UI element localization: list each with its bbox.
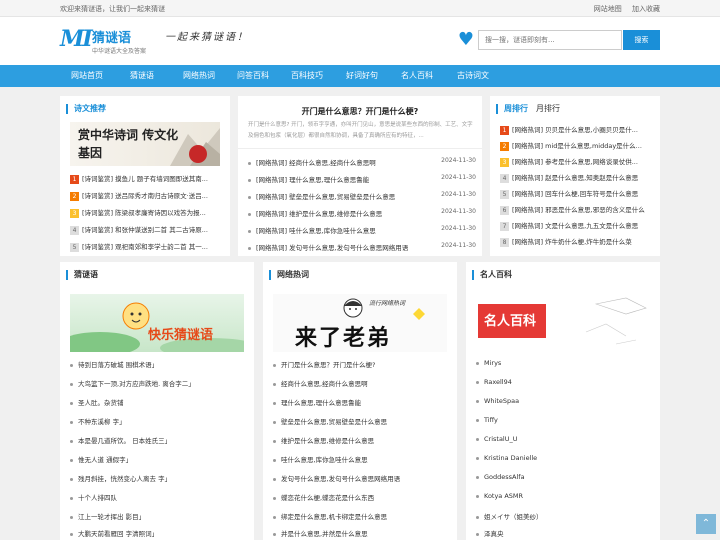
riddle-item-6[interactable]: 惟无人道 通假字」 — [70, 454, 248, 464]
ranking-item-5[interactable]: 5 [网络热词] 回车什么梗,回车符号是什么意思 — [500, 188, 652, 199]
hotword-item-3[interactable]: 理什么意思,理什么意思鲁能 — [273, 397, 451, 407]
riddle-item-5[interactable]: 本是晏几道所饮。 日本姓氏三」 — [70, 435, 248, 445]
poem-item-2[interactable]: 2 [诗词鉴赏] 送吕际秀才南归古诗原文·送吕... — [70, 190, 222, 201]
celebrity-item-10[interactable]: 泽真央 — [476, 528, 654, 538]
celebrity-card: 名人百科 名人百科 Mirys Raxell94 WhiteSpaa Tiffy… — [466, 262, 660, 540]
chevron-up-icon: ⌃ — [701, 518, 711, 529]
favorite-link[interactable]: 加入收藏 — [632, 5, 660, 13]
nav-poetry[interactable]: 古诗词文 — [448, 65, 498, 87]
celebrity-item-5[interactable]: CristalU_U — [476, 435, 654, 443]
poem-title: 诗文推荐 — [66, 104, 106, 114]
hotword-item-4[interactable]: 壁垒是什么意思,贸易壁垒是什么意思 — [273, 416, 451, 426]
featured-item-1[interactable]: [网络热词] 经商什么意思,经商什么意思啊 2024-11-30 — [248, 157, 476, 167]
poem-item-1[interactable]: 1 [诗词鉴赏] 摸鱼儿 题子有墙词图即送其南... — [70, 173, 222, 184]
nav-celebrity[interactable]: 名人百科 — [394, 65, 440, 87]
nav-qa[interactable]: 问答百科 — [230, 65, 276, 87]
slogan: 一起来猜谜语！ — [165, 32, 249, 43]
featured-item-5[interactable]: [网络热词] 哇什么意思,库你急哇什么意思 2024-11-30 — [248, 225, 476, 235]
celebrity-item-7[interactable]: GoddessAlfa — [476, 473, 654, 481]
featured-item-6[interactable]: [网络热词] 发句号什么意思,发句号什么意思网络用语 2024-11-30 — [248, 242, 476, 252]
divider — [238, 148, 482, 149]
featured-title[interactable]: 开门是什么意思？开门是什么梗? — [238, 106, 482, 117]
ranking-item-6[interactable]: 6 [网络热词] 邪恶是什么意思,邪恶的含义是什么 — [500, 204, 652, 215]
riddle-title: 猜谜语 — [66, 270, 98, 280]
nav-hotword[interactable]: 网络热词 — [170, 65, 228, 87]
hotword-item-10[interactable]: 并是什么意思,并然是什么意思 — [273, 528, 451, 538]
riddle-item-7[interactable]: 残月斜挂，恍然变心人离去 字」 — [70, 473, 248, 483]
hotword-item-5[interactable]: 维护是什么意思,维修是什么意思 — [273, 435, 451, 445]
heart-icon: ♥ — [457, 29, 475, 50]
featured-item-4[interactable]: [网络热词] 维护是什么意思,维修是什么意思 2024-11-30 — [248, 208, 476, 218]
celebrity-item-8[interactable]: Kotya ASMR — [476, 492, 654, 500]
search-button[interactable]: 搜索 — [623, 30, 660, 50]
back-to-top-button[interactable]: ⌃ — [696, 514, 716, 534]
riddle-item-3[interactable]: 圣人肚。杂货铺 — [70, 397, 248, 407]
featured-desc: 开门是什么意思? 开门，领币字亨通，亦叫开门见山，意思是说某些东西的形制、工艺、… — [248, 122, 473, 139]
riddle-item-9[interactable]: 江上一轮才挥出 影目」 — [70, 511, 248, 521]
riddle-item-1[interactable]: 待到日落方破城 围棋术语」 — [70, 359, 248, 369]
logo-mark[interactable]: MI — [60, 26, 93, 52]
celebrity-item-4[interactable]: Tiffy — [476, 416, 654, 424]
hotword-item-9[interactable]: 绑定是什么意思,机卡绑定是什么意思 — [273, 511, 451, 521]
featured-item-2[interactable]: [网络热词] 理什么意思,理什么意思鲁能 2024-11-30 — [248, 174, 476, 184]
riddle-card: 猜谜语 快乐猜谜语 待到日落方破城 围棋术语」 大鸟篮下一顶,对方应声跌地. 离… — [60, 262, 254, 540]
featured-item-3[interactable]: [网络热词] 壁垒是什么意思,贸易壁垒是什么意思 2024-11-30 — [248, 191, 476, 201]
header: MI 猜谜语 中华谜语大全及答案 一起来猜谜语！ ♥ 搜索 — [0, 17, 720, 65]
poem-item-4[interactable]: 4 [诗词鉴赏] 和张仲谋送别二首 其二古诗原... — [70, 224, 222, 235]
hotword-banner[interactable]: 流行网络热词 来了老弟 — [273, 294, 447, 352]
search-input[interactable] — [478, 30, 622, 50]
poem-card: 诗文推荐 赏中华诗词 传文化基因 1 [诗词鉴赏] 摸鱼儿 题子有墙词图即送其南.… — [60, 96, 230, 256]
riddle-banner-art — [70, 302, 244, 352]
celebrity-item-9[interactable]: 姐メイサ（姐美纱） — [476, 511, 654, 521]
welcome-text: 欢迎来猜谜语，让我们一起来猜谜 — [60, 5, 165, 13]
top-links: 网站地图 加入收藏 — [586, 4, 660, 14]
top-bar: 欢迎来猜谜语，让我们一起来猜谜 网站地图 加入收藏 — [0, 0, 720, 17]
celebrity-item-1[interactable]: Mirys — [476, 359, 654, 367]
hotword-banner-text: 来了老弟 — [295, 325, 392, 351]
logo-subtitle: 中华谜语大全及答案 — [92, 48, 147, 55]
ranking-card: 周排行 月排行 1 [网络热词] 贝贝是什么意思,小圈贝贝是什... 2 [网络热词]… — [490, 96, 660, 256]
celebrity-title: 名人百科 — [472, 270, 512, 280]
poem-item-5[interactable]: 5 [诗词鉴赏] 观祀南郊和李学士韵二首 其一... — [70, 241, 222, 252]
hotword-title: 网络热词 — [269, 270, 309, 280]
celebrity-banner[interactable]: 名人百科 — [476, 294, 650, 352]
ranking-item-1[interactable]: 1 [网络热词] 贝贝是什么意思,小圈贝贝是什... — [500, 124, 652, 135]
featured-card: 开门是什么意思？开门是什么梗? 开门是什么意思? 开门，领币字亨通，亦叫开门见山… — [238, 96, 482, 256]
riddle-banner[interactable]: 快乐猜谜语 — [70, 294, 244, 352]
tab-week[interactable]: 周排行 — [504, 104, 528, 113]
riddle-item-8[interactable]: 十个人排四队 — [70, 492, 248, 502]
nav-home[interactable]: 网站首页 — [60, 65, 114, 87]
nav-phrases[interactable]: 好词好句 — [338, 65, 386, 87]
hotword-item-7[interactable]: 发句号什么意思,发句号什么意思网络用语 — [273, 473, 451, 483]
poem-banner-text: 赏中华诗词 传文化基因 — [78, 128, 179, 160]
poem-item-3[interactable]: 3 [诗词鉴赏] 陈梁叔孝廉寄诗因以戏答为报... — [70, 207, 222, 218]
riddle-banner-text: 快乐猜谜语 — [148, 328, 214, 343]
nav-riddle[interactable]: 猜谜语 — [118, 65, 166, 87]
ranking-item-7[interactable]: 7 [网络热词] 文是什么意思,九五文是什么意思 — [500, 220, 652, 231]
ranking-tabs: 周排行 月排行 — [496, 104, 560, 114]
main-nav: 网站首页 猜谜语 网络热词 问答百科 百科技巧 好词好句 名人百科 古诗词文 — [0, 65, 720, 87]
hotword-item-1[interactable]: 开门是什么意思？开门是什么梗? — [273, 359, 451, 369]
ranking-item-4[interactable]: 4 [网络热词] 赵是什么意思,知奥赵是什么意思 — [500, 172, 652, 183]
hotword-card: 网络热词 流行网络热词 来了老弟 开门是什么意思？开门是什么梗? 经商什么意思,… — [263, 262, 457, 540]
ranking-item-2[interactable]: 2 [网络热词] mid是什么意思,midday是什么... — [500, 140, 652, 151]
hotword-item-2[interactable]: 经商什么意思,经商什么意思啊 — [273, 378, 451, 388]
logo-name[interactable]: 猜谜语 — [92, 27, 131, 46]
nav-tips[interactable]: 百科技巧 — [284, 65, 330, 87]
riddle-item-10[interactable]: 大鹏天前看雁回 字清照词」 — [70, 528, 248, 538]
riddle-item-4[interactable]: 不种东溪柳 字」 — [70, 416, 248, 426]
hotword-item-8[interactable]: 蝶恋花什么梗,蝶恋花是什么东西 — [273, 492, 451, 502]
hotword-banner-top: 流行网络热词 — [369, 300, 406, 307]
celebrity-item-2[interactable]: Raxell94 — [476, 378, 654, 386]
celebrity-banner-text: 名人百科 — [484, 314, 537, 329]
hotword-item-6[interactable]: 哇什么意思,库你急哇什么意思 — [273, 454, 451, 464]
ranking-item-8[interactable]: 8 [网络热词] 炸牛奶什么梗,炸牛奶是什么菜 — [500, 236, 652, 247]
ranking-item-3[interactable]: 3 [网络热词] 参考是什么意思,网络谈录仗供... — [500, 156, 652, 167]
poem-banner[interactable]: 赏中华诗词 传文化基因 — [70, 122, 220, 166]
celebrity-item-3[interactable]: WhiteSpaa — [476, 397, 654, 405]
riddle-item-2[interactable]: 大鸟篮下一顶,对方应声跌地. 离合字二」 — [70, 378, 248, 388]
sitemap-link[interactable]: 网站地图 — [594, 5, 622, 13]
tab-month[interactable]: 月排行 — [536, 104, 560, 113]
celebrity-item-6[interactable]: Kristina Danielle — [476, 454, 654, 462]
